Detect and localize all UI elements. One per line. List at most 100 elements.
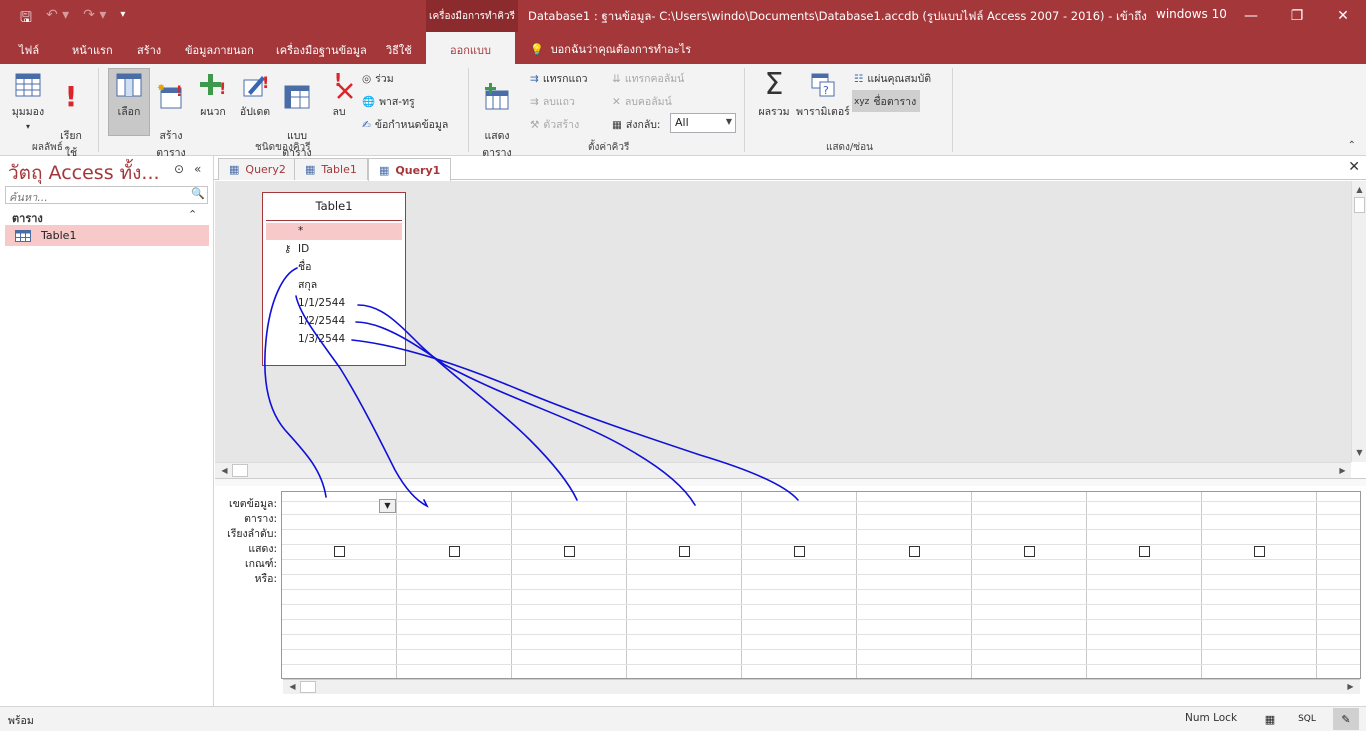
parameters-button[interactable]: ? พารามิเตอร์: [796, 70, 850, 120]
upper-vertical-scrollbar[interactable]: ▲ ▼: [1351, 181, 1366, 462]
close-document-icon[interactable]: ✕: [1348, 159, 1360, 175]
union-button[interactable]: ◎ ร่วม: [362, 70, 394, 87]
grid-column[interactable]: [627, 492, 742, 678]
status-bar: พร้อม Num Lock ▦ SQL ✎: [0, 706, 1366, 731]
scroll-down-icon[interactable]: ▼: [1352, 446, 1366, 460]
return-combo[interactable]: All ▼: [670, 113, 736, 133]
pass-through-button[interactable]: 🌐 พาส-ทรู: [362, 93, 415, 110]
collapse-ribbon-icon[interactable]: ⌃: [1348, 140, 1356, 151]
builder-button[interactable]: ⚒ ตัวสร้าง: [530, 116, 579, 133]
tab-file[interactable]: ไฟล์: [19, 41, 39, 59]
show-checkbox[interactable]: [334, 546, 345, 557]
field-date-1[interactable]: 1/1/2544: [266, 295, 402, 312]
grid-column[interactable]: [972, 492, 1087, 678]
delete-columns-button[interactable]: ✕ ลบคอลัมน์: [612, 93, 672, 110]
query-design-grid[interactable]: [281, 491, 1361, 679]
scroll-right-icon[interactable]: ▶: [1343, 680, 1358, 694]
scroll-up-icon[interactable]: ▲: [1352, 183, 1366, 197]
upper-horizontal-scrollbar[interactable]: ◀ ▶: [215, 462, 1351, 478]
tab-external-data[interactable]: ข้อมูลภายนอก: [185, 41, 254, 59]
shutter-bar-close-icon[interactable]: «: [194, 162, 201, 176]
tab-create[interactable]: สร้าง: [137, 41, 161, 59]
update-button[interactable]: ! อัปเดต: [236, 70, 274, 120]
show-table-button[interactable]: แสดง ตาราง: [478, 70, 516, 161]
view-button[interactable]: มุมมอง ▾: [8, 70, 48, 132]
group-separator: [98, 68, 99, 152]
table-names-button[interactable]: xyz ชื่อตาราง: [854, 93, 916, 110]
redo-icon[interactable]: ↷ ▾: [83, 7, 106, 31]
scroll-thumb[interactable]: [300, 681, 316, 693]
show-checkbox[interactable]: [1254, 546, 1265, 557]
totals-button[interactable]: Σ ผลรวม: [756, 70, 792, 120]
field-list-table1[interactable]: Table1 * ⚷ ID ชื่อ สกุล 1/1/2544 1/2/2544…: [262, 192, 406, 366]
document-tabs: ▦ Query2 ▦ Table1 ▦ Query1 ✕: [214, 156, 1366, 181]
show-checkbox[interactable]: [679, 546, 690, 557]
append-button[interactable]: ! ผนวก: [196, 70, 230, 120]
save-icon[interactable]: 🖫: [20, 7, 32, 31]
datasheet-view-icon[interactable]: ▦: [1257, 708, 1283, 730]
nav-menu-icon[interactable]: ⊙: [174, 162, 184, 176]
show-checkbox[interactable]: [449, 546, 460, 557]
undo-icon[interactable]: ↶ ▾: [46, 7, 69, 31]
scroll-right-icon[interactable]: ▶: [1335, 464, 1350, 478]
sql-view-button[interactable]: SQL: [1294, 708, 1320, 730]
grid-column[interactable]: [742, 492, 857, 678]
grid-column[interactable]: [1317, 492, 1366, 678]
insert-rows-button[interactable]: ⇉ แทรกแถว: [530, 70, 588, 87]
data-definition-button[interactable]: ✍ ข้อกำหนดข้อมูล: [362, 116, 448, 133]
tab-home[interactable]: หน้าแรก: [72, 41, 113, 59]
scroll-thumb[interactable]: [232, 464, 248, 477]
field-date-3[interactable]: 1/3/2544: [266, 331, 402, 348]
restore-icon[interactable]: ❐: [1274, 0, 1320, 32]
pass-through-icon: 🌐: [362, 96, 376, 108]
show-checkbox[interactable]: [564, 546, 575, 557]
grid-column[interactable]: [1202, 492, 1317, 678]
window-controls: — ❐ ✕: [1228, 0, 1366, 32]
grid-column[interactable]: [1087, 492, 1202, 678]
property-sheet-button[interactable]: ☷ แผ่นคุณสมบัติ: [854, 70, 931, 87]
close-icon[interactable]: ✕: [1320, 0, 1366, 32]
tab-database-tools[interactable]: เครื่องมือฐานข้อมูล: [276, 41, 367, 59]
field-id[interactable]: ⚷ ID: [266, 241, 402, 258]
scroll-left-icon[interactable]: ◀: [217, 464, 232, 478]
show-checkbox[interactable]: [1024, 546, 1035, 557]
field-all[interactable]: *: [266, 223, 402, 240]
tab-design[interactable]: ออกแบบ: [426, 32, 515, 64]
doc-tab-table1[interactable]: ▦ Table1: [294, 158, 368, 180]
make-table-button[interactable]: ! ✸ สร้าง ตาราง: [153, 70, 189, 161]
scroll-left-icon[interactable]: ◀: [285, 680, 300, 694]
grid-horizontal-scrollbar[interactable]: ◀ ▶: [283, 679, 1360, 694]
key-icon: ⚷: [284, 244, 292, 255]
show-checkbox[interactable]: [909, 546, 920, 557]
doc-tab-query2[interactable]: ▦ Query2: [218, 158, 297, 180]
field-first-name[interactable]: ชื่อ: [266, 259, 402, 276]
collapse-group-icon[interactable]: ⌃: [188, 208, 197, 221]
group-separator: [744, 68, 745, 152]
grid-column[interactable]: [282, 492, 397, 678]
grid-column[interactable]: [857, 492, 972, 678]
pane-splitter[interactable]: [215, 478, 1366, 486]
customize-icon[interactable]: ▾: [120, 7, 125, 31]
show-checkbox[interactable]: [794, 546, 805, 557]
show-checkbox[interactable]: [1139, 546, 1150, 557]
tell-me-box[interactable]: 💡 บอกฉันว่าคุณต้องการทำอะไร: [530, 40, 691, 58]
design-view-icon[interactable]: ✎: [1333, 708, 1359, 730]
nav-item-table1[interactable]: Table1: [5, 225, 209, 246]
field-dropdown-button[interactable]: ▼: [379, 499, 396, 513]
field-last-name[interactable]: สกุล: [266, 277, 402, 294]
insert-columns-button[interactable]: ⇊ แทรกคอลัมน์: [612, 70, 684, 87]
tab-help[interactable]: วิธีใช้: [386, 41, 412, 59]
select-query-button[interactable]: เลือก: [108, 70, 150, 120]
grid-column[interactable]: [397, 492, 512, 678]
doc-tab-query1[interactable]: ▦ Query1: [368, 158, 452, 181]
nav-search-input[interactable]: ค้นหา... 🔍: [5, 186, 208, 204]
scroll-thumb[interactable]: [1354, 197, 1365, 213]
minimize-icon[interactable]: —: [1228, 0, 1274, 32]
search-icon[interactable]: 🔍: [191, 187, 205, 200]
nav-pane-title[interactable]: วัตถุ Access ทั้ง...: [8, 158, 160, 188]
delete-rows-button[interactable]: ⇉ ลบแถว: [530, 93, 575, 110]
field-date-2[interactable]: 1/2/2544: [266, 313, 402, 330]
user-name[interactable]: windows 10: [1156, 7, 1227, 21]
grid-column[interactable]: [512, 492, 627, 678]
delete-query-button[interactable]: ! ลบ: [326, 70, 353, 120]
